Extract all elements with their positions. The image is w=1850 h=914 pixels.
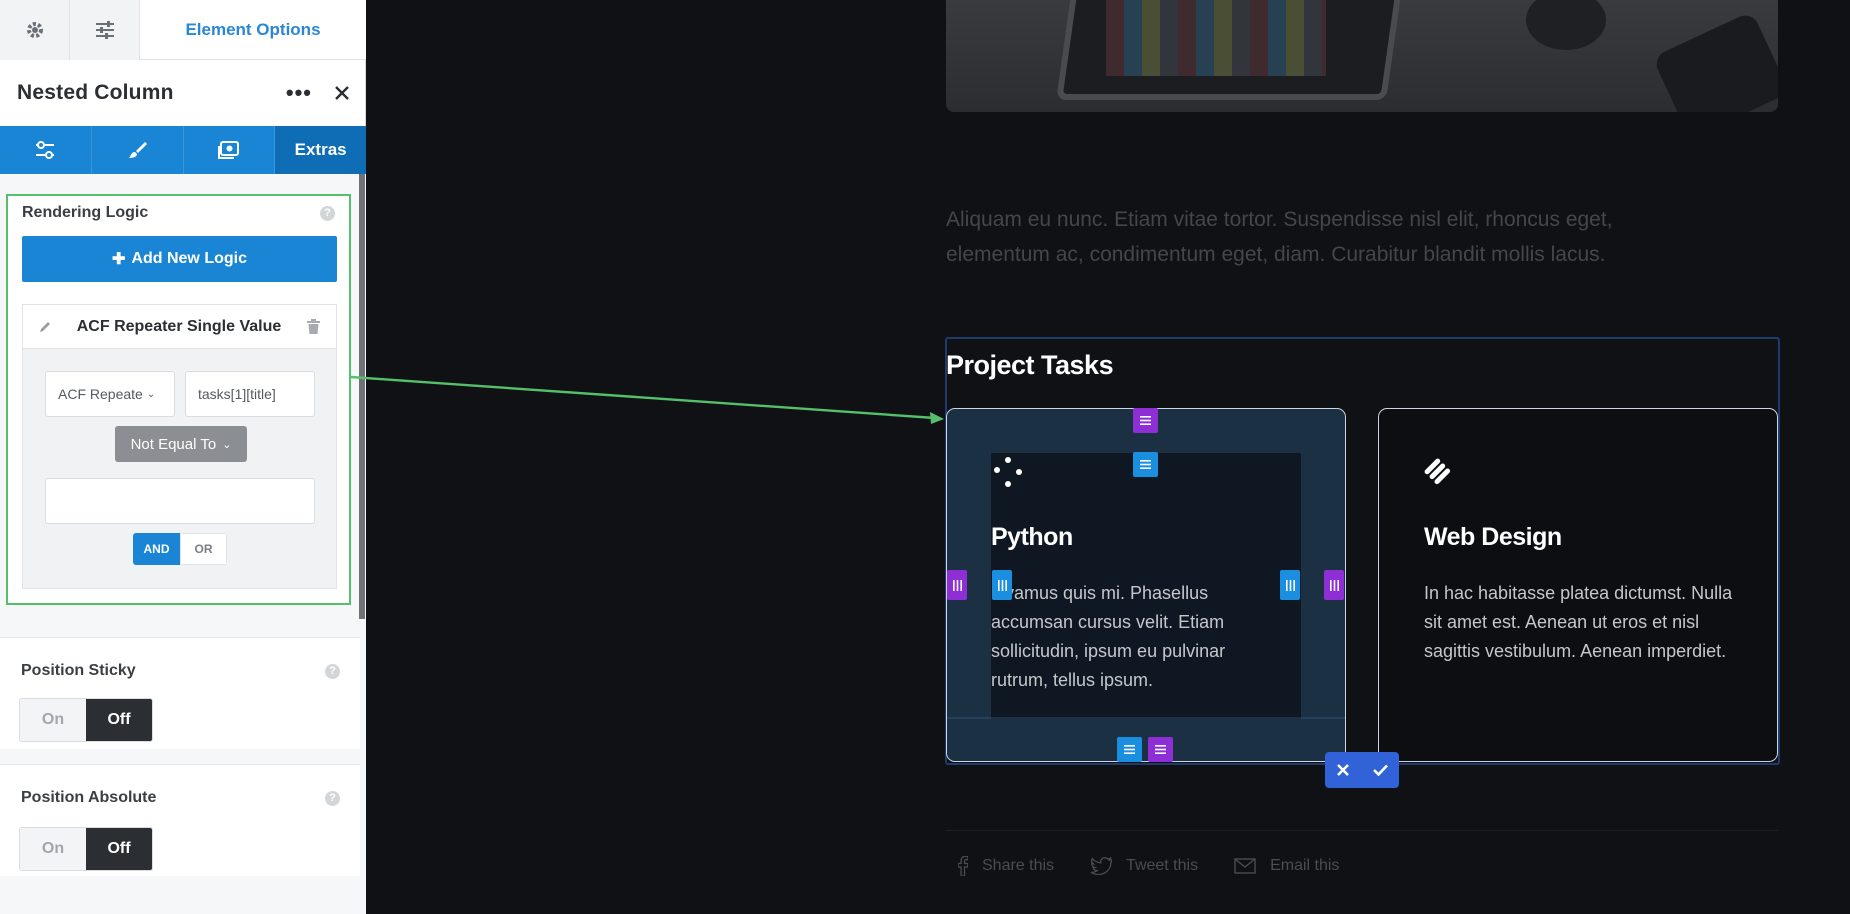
twitter-icon — [1090, 857, 1113, 875]
share-twitter-link[interactable]: Tweet this — [1090, 857, 1198, 875]
share-facebook-link[interactable]: Share this — [958, 856, 1054, 876]
email-icon — [1234, 858, 1256, 874]
share-label: Share this — [982, 857, 1055, 874]
facebook-icon — [958, 856, 968, 876]
share-label: Email this — [1270, 857, 1340, 874]
share-label: Tweet this — [1126, 857, 1199, 874]
share-bar: Share this Tweet this Email this — [958, 856, 1339, 876]
share-divider — [946, 830, 1778, 831]
share-email-link[interactable]: Email this — [1234, 857, 1339, 875]
connector-arrow — [350, 375, 944, 424]
